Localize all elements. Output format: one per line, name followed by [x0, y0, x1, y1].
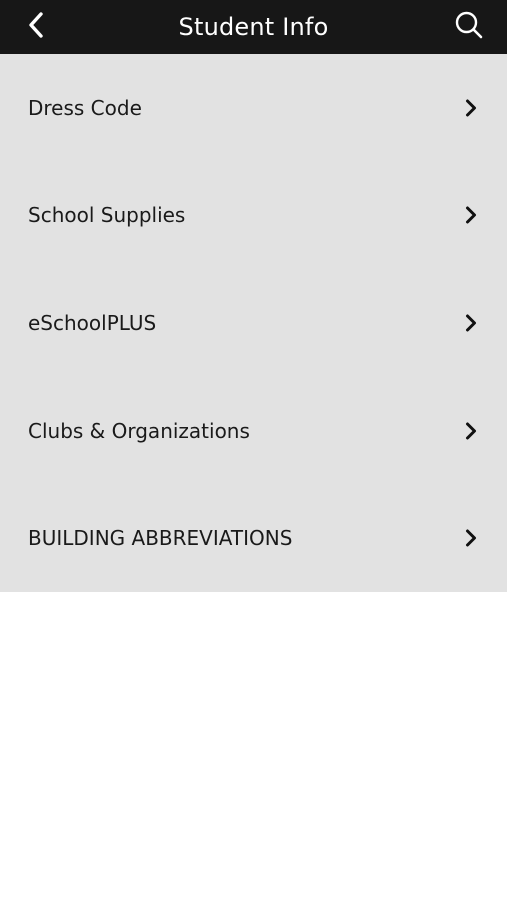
list-item-eschoolplus[interactable]: eSchoolPLUS — [0, 269, 507, 377]
top-bar: Student Info — [0, 0, 507, 54]
list-item-building-abbreviations[interactable]: BUILDING ABBREVIATIONS — [0, 484, 507, 592]
list-item-label: BUILDING ABBREVIATIONS — [28, 526, 293, 551]
chevron-right-icon — [465, 314, 477, 332]
list-item-clubs-organizations[interactable]: Clubs & Organizations — [0, 377, 507, 485]
list-item-label: Clubs & Organizations — [28, 418, 250, 443]
menu-list: Dress Code School Supplies eSchoolPLUS C… — [0, 54, 507, 592]
page-title: Student Info — [178, 13, 329, 41]
search-button[interactable] — [445, 5, 493, 49]
search-icon — [454, 10, 484, 44]
chevron-right-icon — [465, 206, 477, 224]
list-item-label: eSchoolPLUS — [28, 310, 157, 335]
list-item-label: School Supplies — [28, 203, 186, 228]
list-item-school-supplies[interactable]: School Supplies — [0, 162, 507, 270]
list-item-dress-code[interactable]: Dress Code — [0, 54, 507, 162]
chevron-right-icon — [465, 422, 477, 440]
chevron-right-icon — [465, 99, 477, 117]
list-item-label: Dress Code — [28, 95, 142, 120]
chevron-right-icon — [465, 529, 477, 547]
